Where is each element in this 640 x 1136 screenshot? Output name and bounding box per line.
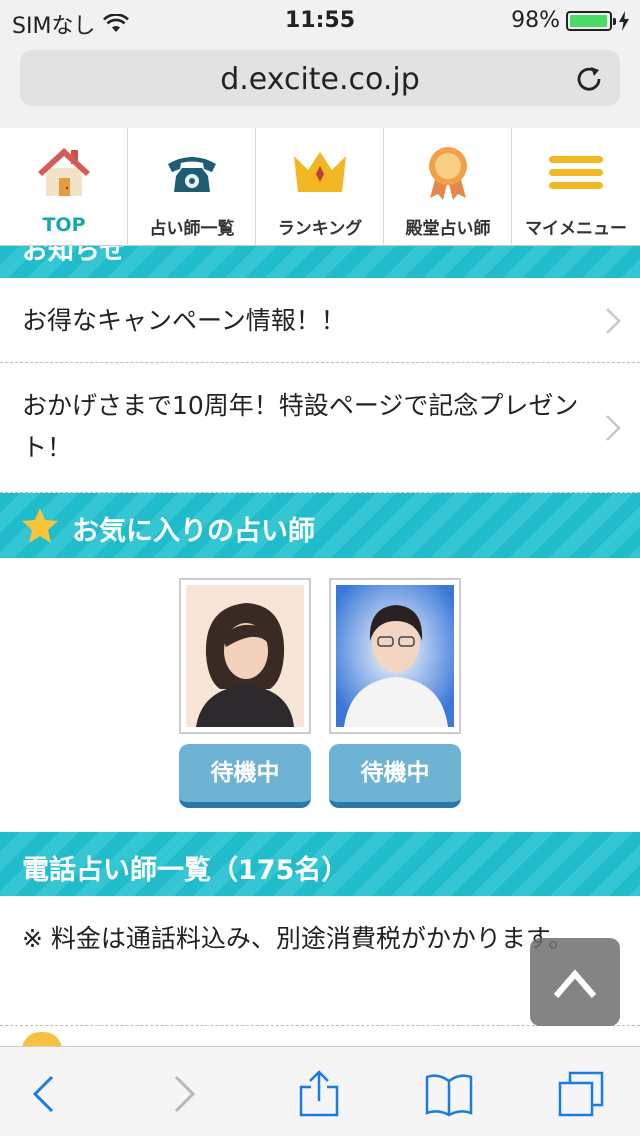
book-icon [425,1074,473,1117]
pricing-note-text: ※ 料金は通話料込み、別途消費税がかかります。 [22,924,574,953]
battery-percent: 98% [511,8,560,33]
notice-text: お得なキャンペーン情報！！ [22,306,346,335]
chevron-right-icon [606,308,621,334]
notice-item[interactable]: おかげさまで10周年！特設ページで記念プレゼント！ [0,363,640,493]
share-icon [299,1070,339,1117]
chevron-left-icon [32,1075,54,1113]
notices-header: お知らせ [0,246,640,278]
notice-text: おかげさまで10周年！特設ページで記念プレゼント！ [22,391,579,462]
bookmarks-button[interactable] [424,1069,474,1119]
status-button[interactable]: 待機中 [179,744,311,808]
charging-icon [619,10,629,31]
share-button[interactable] [294,1069,344,1119]
menu-icon [549,156,603,189]
forward-button[interactable] [158,1069,208,1119]
browser-toolbar [0,1046,640,1136]
house-icon [38,148,90,196]
favorites-list: 待機中 待機中 [0,558,640,832]
tabs-button[interactable] [556,1069,606,1119]
chevron-right-icon [174,1075,196,1113]
battery-icon [566,10,616,31]
fortune-teller-card[interactable]: 待機中 [179,578,311,808]
notice-item[interactable]: お得なキャンペーン情報！！ [0,278,640,363]
scroll-to-top-button[interactable] [530,938,620,1026]
main-nav: TOP 占い師一覧 ランキング 殿堂占い師 マイメニュー [0,128,640,246]
browser-chrome: d.excite.co.jp [0,40,640,128]
nav-top[interactable]: TOP [0,128,128,246]
nav-label: 殿堂占い師 [405,219,491,239]
chevron-up-icon [553,969,597,998]
section-title: お知らせ [22,246,126,266]
nav-label: ランキング [277,219,363,239]
chevron-right-icon [606,415,621,441]
fortune-teller-photo[interactable] [179,578,311,734]
address-bar[interactable]: d.excite.co.jp [20,50,620,106]
status-bar: SIMなし 11:55 98% [0,0,640,40]
nav-label: 占い師一覧 [149,219,235,239]
nav-fortune-tellers[interactable]: 占い師一覧 [128,128,256,246]
battery-fill [570,14,608,27]
crown-icon [294,152,346,192]
nav-ranking[interactable]: ランキング [256,128,384,246]
phone-list-header: 電話占い師一覧（175名） [0,832,640,896]
nav-my-menu[interactable]: マイメニュー [512,128,640,246]
star-icon [22,508,58,543]
fortune-teller-card[interactable]: 待機中 [329,578,461,808]
status-button[interactable]: 待機中 [329,744,461,808]
nav-label: TOP [42,214,86,236]
reload-icon[interactable] [574,63,604,93]
telephone-icon [168,157,216,192]
section-title: お気に入りの占い師 [72,516,315,547]
nav-label: マイメニュー [525,219,627,239]
tabs-icon [558,1071,604,1117]
fortune-teller-photo[interactable] [329,578,461,734]
section-title: 電話占い師一覧（175名） [22,855,349,886]
medal-icon [429,147,467,200]
back-button[interactable] [20,1069,70,1119]
nav-hall-of-fame[interactable]: 殿堂占い師 [384,128,512,246]
url-text[interactable]: d.excite.co.jp [20,62,620,97]
battery-area: 98% [511,8,630,33]
favorites-header: お気に入りの占い師 [0,493,640,558]
